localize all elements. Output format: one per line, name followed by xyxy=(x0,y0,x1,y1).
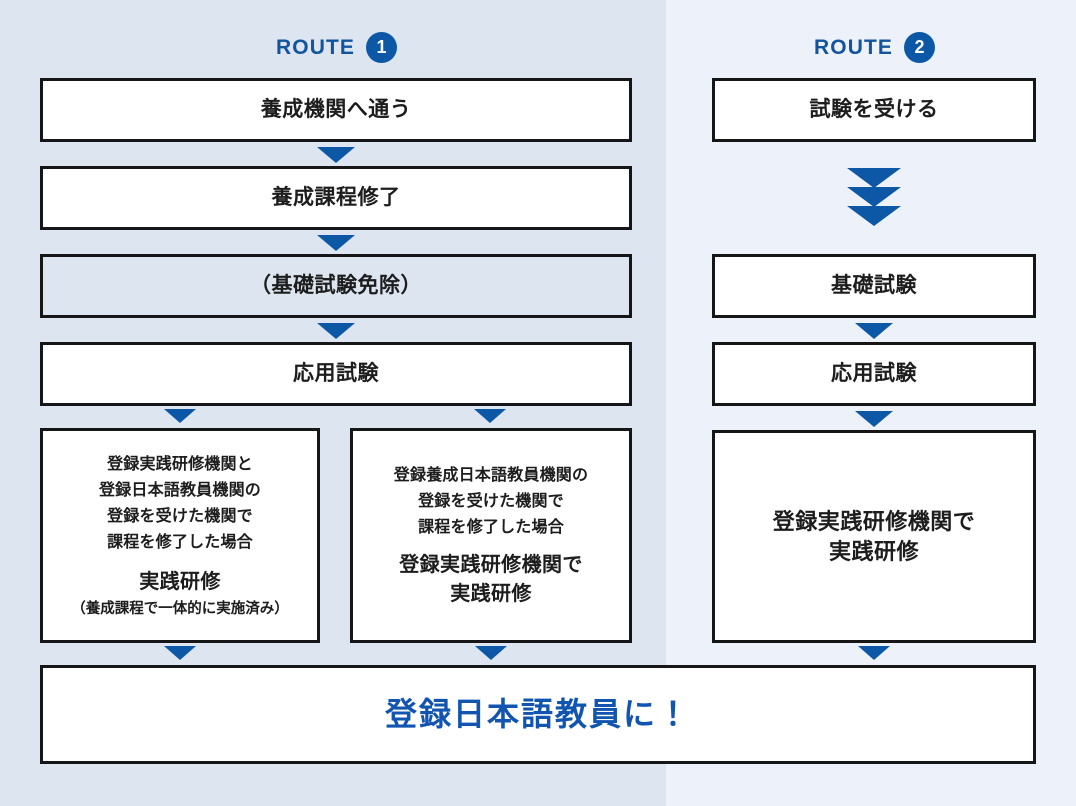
route1-step4-box: 応用試験 xyxy=(40,342,632,406)
route1-step4-text: 応用試験 xyxy=(293,361,379,385)
route1-arrow-branch-a-to-goal xyxy=(164,646,196,660)
route1-arrow-1 xyxy=(317,147,355,163)
route1-branch-b-lines: 登録養成日本語教員機関の 登録を受けた機関で 課程を修了した場合 xyxy=(394,463,588,541)
route2-step2-box: 基礎試験 xyxy=(712,254,1036,318)
route2-label: ROUTE xyxy=(814,35,893,59)
route1-branch-a-lines: 登録実践研修機関と 登録日本語教員機関の 登録を受けた機関で 課程を修了した場合 xyxy=(99,452,261,556)
route1-step1-box: 養成機関へ通う xyxy=(40,78,632,142)
route2-step4-line-1: 登録実践研修機関で xyxy=(772,508,976,534)
branch-a-line-1: 登録実践研修機関と xyxy=(107,455,253,473)
route1-arrow-branch-a xyxy=(164,409,196,423)
flowchart-diagram: ROUTE 1 ROUTE 2 養成機関へ通う 養成課程修了 （基礎試験免除） … xyxy=(0,0,1076,806)
route2-triple-chevron-icon xyxy=(847,168,901,226)
route1-arrow-3 xyxy=(317,323,355,339)
branch-b-emphasis-line-2: 実践研修 xyxy=(450,582,532,605)
route2-arrow-2 xyxy=(855,411,893,427)
route1-branch-a-box: 登録実践研修機関と 登録日本語教員機関の 登録を受けた機関で 課程を修了した場合… xyxy=(40,428,320,643)
route1-step2-text: 養成課程修了 xyxy=(271,185,401,209)
route1-header: ROUTE 1 xyxy=(239,30,434,64)
route1-step2-box: 養成課程修了 xyxy=(40,166,632,230)
route2-step4-box: 登録実践研修機関で 実践研修 xyxy=(712,430,1036,643)
branch-a-line-4: 課程を修了した場合 xyxy=(107,533,253,551)
route1-arrow-branch-b xyxy=(474,409,506,423)
route1-arrow-2 xyxy=(317,235,355,251)
branch-b-emphasis-line-1: 登録実践研修機関で xyxy=(399,554,583,577)
route1-arrow-branch-b-to-goal xyxy=(475,646,507,660)
route2-step1-text: 試験を受ける xyxy=(809,97,939,121)
goal-text: 登録日本語教員に！ xyxy=(384,696,691,733)
branch-b-line-3: 課程を修了した場合 xyxy=(418,518,564,536)
route1-branch-a-note: （養成課程で一体的に実施済み） xyxy=(71,600,289,617)
route1-branch-a-emphasis: 実践研修 xyxy=(139,571,221,594)
route1-branch-b-box: 登録養成日本語教員機関の 登録を受けた機関で 課程を修了した場合 登録実践研修機… xyxy=(350,428,632,643)
route2-arrow-1 xyxy=(855,323,893,339)
route1-branch-b-emphasis: 登録実践研修機関で 実践研修 xyxy=(399,551,583,608)
route1-label: ROUTE xyxy=(276,35,355,59)
goal-box: 登録日本語教員に！ xyxy=(40,665,1036,764)
route2-step4-line-2: 実践研修 xyxy=(828,538,919,564)
route1-step1-text: 養成機関へ通う xyxy=(260,97,412,121)
branch-b-line-1: 登録養成日本語教員機関の xyxy=(393,466,589,484)
route2-step2-text: 基礎試験 xyxy=(831,273,917,297)
route1-step3-text: （基礎試験免除） xyxy=(250,273,422,297)
route2-arrow-to-goal xyxy=(858,646,890,660)
route2-header: ROUTE 2 xyxy=(777,30,972,64)
route2-step3-text: 応用試験 xyxy=(831,361,917,385)
branch-a-line-3: 登録を受けた機関で xyxy=(107,507,253,525)
branch-a-line-2: 登録日本語教員機関の xyxy=(98,481,261,499)
route1-number-badge: 1 xyxy=(366,31,397,63)
route2-step3-box: 応用試験 xyxy=(712,342,1036,406)
route1-step3-box: （基礎試験免除） xyxy=(40,254,632,318)
route2-number-badge: 2 xyxy=(904,31,935,63)
branch-b-line-2: 登録を受けた機関で xyxy=(418,492,564,510)
route2-step1-box: 試験を受ける xyxy=(712,78,1036,142)
route2-step4-text: 登録実践研修機関で 実践研修 xyxy=(773,507,976,566)
